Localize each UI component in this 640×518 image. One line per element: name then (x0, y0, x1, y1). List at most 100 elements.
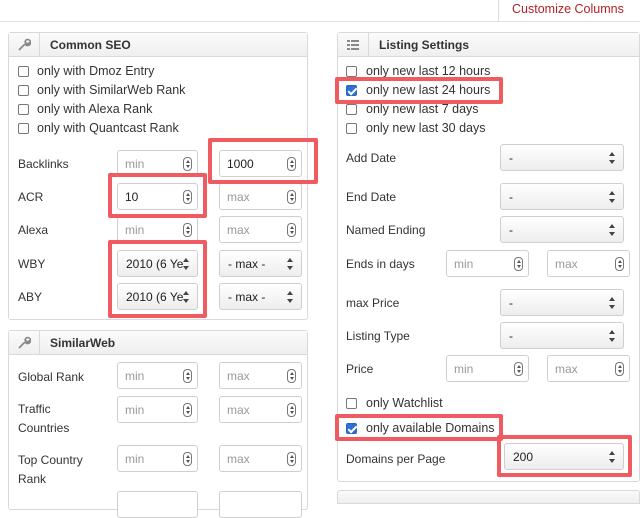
acr-max-input[interactable]: max (219, 183, 302, 210)
new-24-hours-checkbox[interactable] (346, 85, 357, 96)
backlinks-max-input[interactable]: 1000 (219, 150, 302, 177)
spinner-icon[interactable] (514, 257, 523, 271)
wby-max-select-value: - max - (228, 257, 266, 271)
alexa-rank-checkbox[interactable] (18, 104, 29, 115)
quantcast-rank-checkbox-label: only with Quantcast Rank (37, 121, 179, 135)
spinner-icon[interactable] (287, 223, 296, 237)
new-12-hours-label: only new last 12 hours (366, 64, 491, 78)
backlinks-min-placeholder: min (125, 157, 145, 171)
price-max-input[interactable]: max (547, 355, 630, 382)
alexa-min-input[interactable]: min (117, 216, 198, 243)
add-date-select[interactable]: - (500, 144, 624, 171)
named-ending-select[interactable]: - (500, 216, 624, 243)
spinner-icon[interactable] (183, 452, 192, 466)
ends-in-days-max-input[interactable]: max (547, 250, 630, 277)
global-rank-max-placeholder: max (227, 369, 250, 383)
spinner-icon[interactable] (287, 369, 296, 383)
aby-min-select[interactable]: 2010 (6 Ye (117, 283, 198, 310)
wrench-icon (17, 38, 32, 52)
aby-max-select[interactable]: - max - (219, 283, 302, 310)
spinner-icon[interactable] (514, 362, 523, 376)
global-rank-min-input[interactable]: min (117, 362, 198, 389)
similarweb-title: SimilarWeb (50, 336, 116, 350)
wby-min-select[interactable]: 2010 (6 Ye (117, 250, 198, 277)
backlinks-max-value: 1000 (227, 157, 254, 171)
partial-max-input[interactable] (219, 491, 302, 518)
dmoz-checkbox[interactable] (18, 66, 29, 77)
spinner-icon[interactable] (183, 403, 192, 417)
spinner-icon[interactable] (615, 257, 624, 271)
acr-min-value: 10 (125, 190, 139, 204)
spinner-icon[interactable] (287, 403, 296, 417)
traffic-countries-max-input[interactable]: max (219, 396, 302, 423)
domains-per-page-select[interactable]: 200 (504, 443, 624, 470)
new-7-days-checkbox[interactable] (346, 104, 357, 115)
aby-max-select-value: - max - (228, 290, 266, 304)
new-7-days-label: only new last 7 days (366, 102, 479, 116)
ends-in-days-max-placeholder: max (555, 257, 578, 271)
next-panel-header (337, 490, 640, 504)
select-arrows-icon (183, 258, 190, 270)
alexa-max-input[interactable]: max (219, 216, 302, 243)
ends-in-days-label: Ends in days (346, 257, 415, 271)
max-price-label: max Price (346, 296, 400, 310)
spinner-icon[interactable] (183, 223, 192, 237)
end-date-select-value: - (509, 190, 513, 204)
available-domains-checkbox[interactable] (346, 423, 357, 434)
customize-columns-link[interactable]: Customize Columns (512, 2, 624, 16)
backlinks-label: Backlinks (18, 157, 69, 171)
wrench-icon (17, 336, 32, 350)
aby-min-select-value: 2010 (6 Ye (126, 290, 184, 304)
select-arrows-icon (609, 297, 616, 309)
listing-type-label: Listing Type (346, 329, 410, 343)
alexa-label: Alexa (18, 223, 49, 237)
spinner-icon[interactable] (287, 157, 296, 171)
top-country-rank-label: Top Country Rank (18, 453, 83, 486)
spinner-icon[interactable] (183, 157, 192, 171)
quantcast-rank-checkbox[interactable] (18, 123, 29, 134)
header-separator (39, 33, 40, 56)
select-arrows-icon (609, 451, 616, 463)
global-rank-max-input[interactable]: max (219, 362, 302, 389)
spinner-icon[interactable] (615, 362, 624, 376)
wby-max-select[interactable]: - max - (219, 250, 302, 277)
price-label: Price (346, 362, 374, 376)
spinner-icon[interactable] (183, 190, 192, 204)
top-country-rank-max-input[interactable]: max (219, 445, 302, 472)
available-domains-label: only available Domains (366, 421, 495, 435)
add-date-select-value: - (509, 151, 513, 165)
select-arrows-icon (287, 258, 294, 270)
end-date-select[interactable]: - (500, 183, 624, 210)
partial-min-input[interactable] (117, 491, 198, 518)
header-separator (39, 331, 40, 354)
alexa-min-placeholder: min (125, 223, 145, 237)
common-seo-title: Common SEO (50, 38, 131, 52)
traffic-countries-min-input[interactable]: min (117, 396, 198, 423)
price-max-placeholder: max (555, 362, 578, 376)
top-country-rank-min-input[interactable]: min (117, 445, 198, 472)
new-30-days-checkbox[interactable] (346, 123, 357, 134)
new-12-hours-checkbox[interactable] (346, 66, 357, 77)
watchlist-label: only Watchlist (366, 396, 443, 410)
domains-per-page-label: Domains per Page (346, 452, 446, 466)
watchlist-checkbox[interactable] (346, 398, 357, 409)
listing-settings-title: Listing Settings (379, 38, 469, 52)
acr-min-input[interactable]: 10 (117, 183, 198, 210)
spinner-icon[interactable] (183, 369, 192, 383)
listing-type-select-value: - (509, 329, 513, 343)
header-separator (368, 33, 369, 56)
backlinks-min-input[interactable]: min (117, 150, 198, 177)
max-price-select-value: - (509, 296, 513, 310)
traffic-countries-max-placeholder: max (227, 403, 250, 417)
spinner-icon[interactable] (287, 190, 296, 204)
max-price-select[interactable]: - (500, 289, 624, 316)
spinner-icon[interactable] (287, 452, 296, 466)
select-arrows-icon (609, 152, 616, 164)
top-bar: Customize Columns (0, 0, 640, 22)
select-arrows-icon (609, 330, 616, 342)
select-arrows-icon (183, 291, 190, 303)
price-min-input[interactable]: min (446, 355, 529, 382)
ends-in-days-min-input[interactable]: min (446, 250, 529, 277)
listing-type-select[interactable]: - (500, 322, 624, 349)
similarweb-rank-checkbox[interactable] (18, 85, 29, 96)
